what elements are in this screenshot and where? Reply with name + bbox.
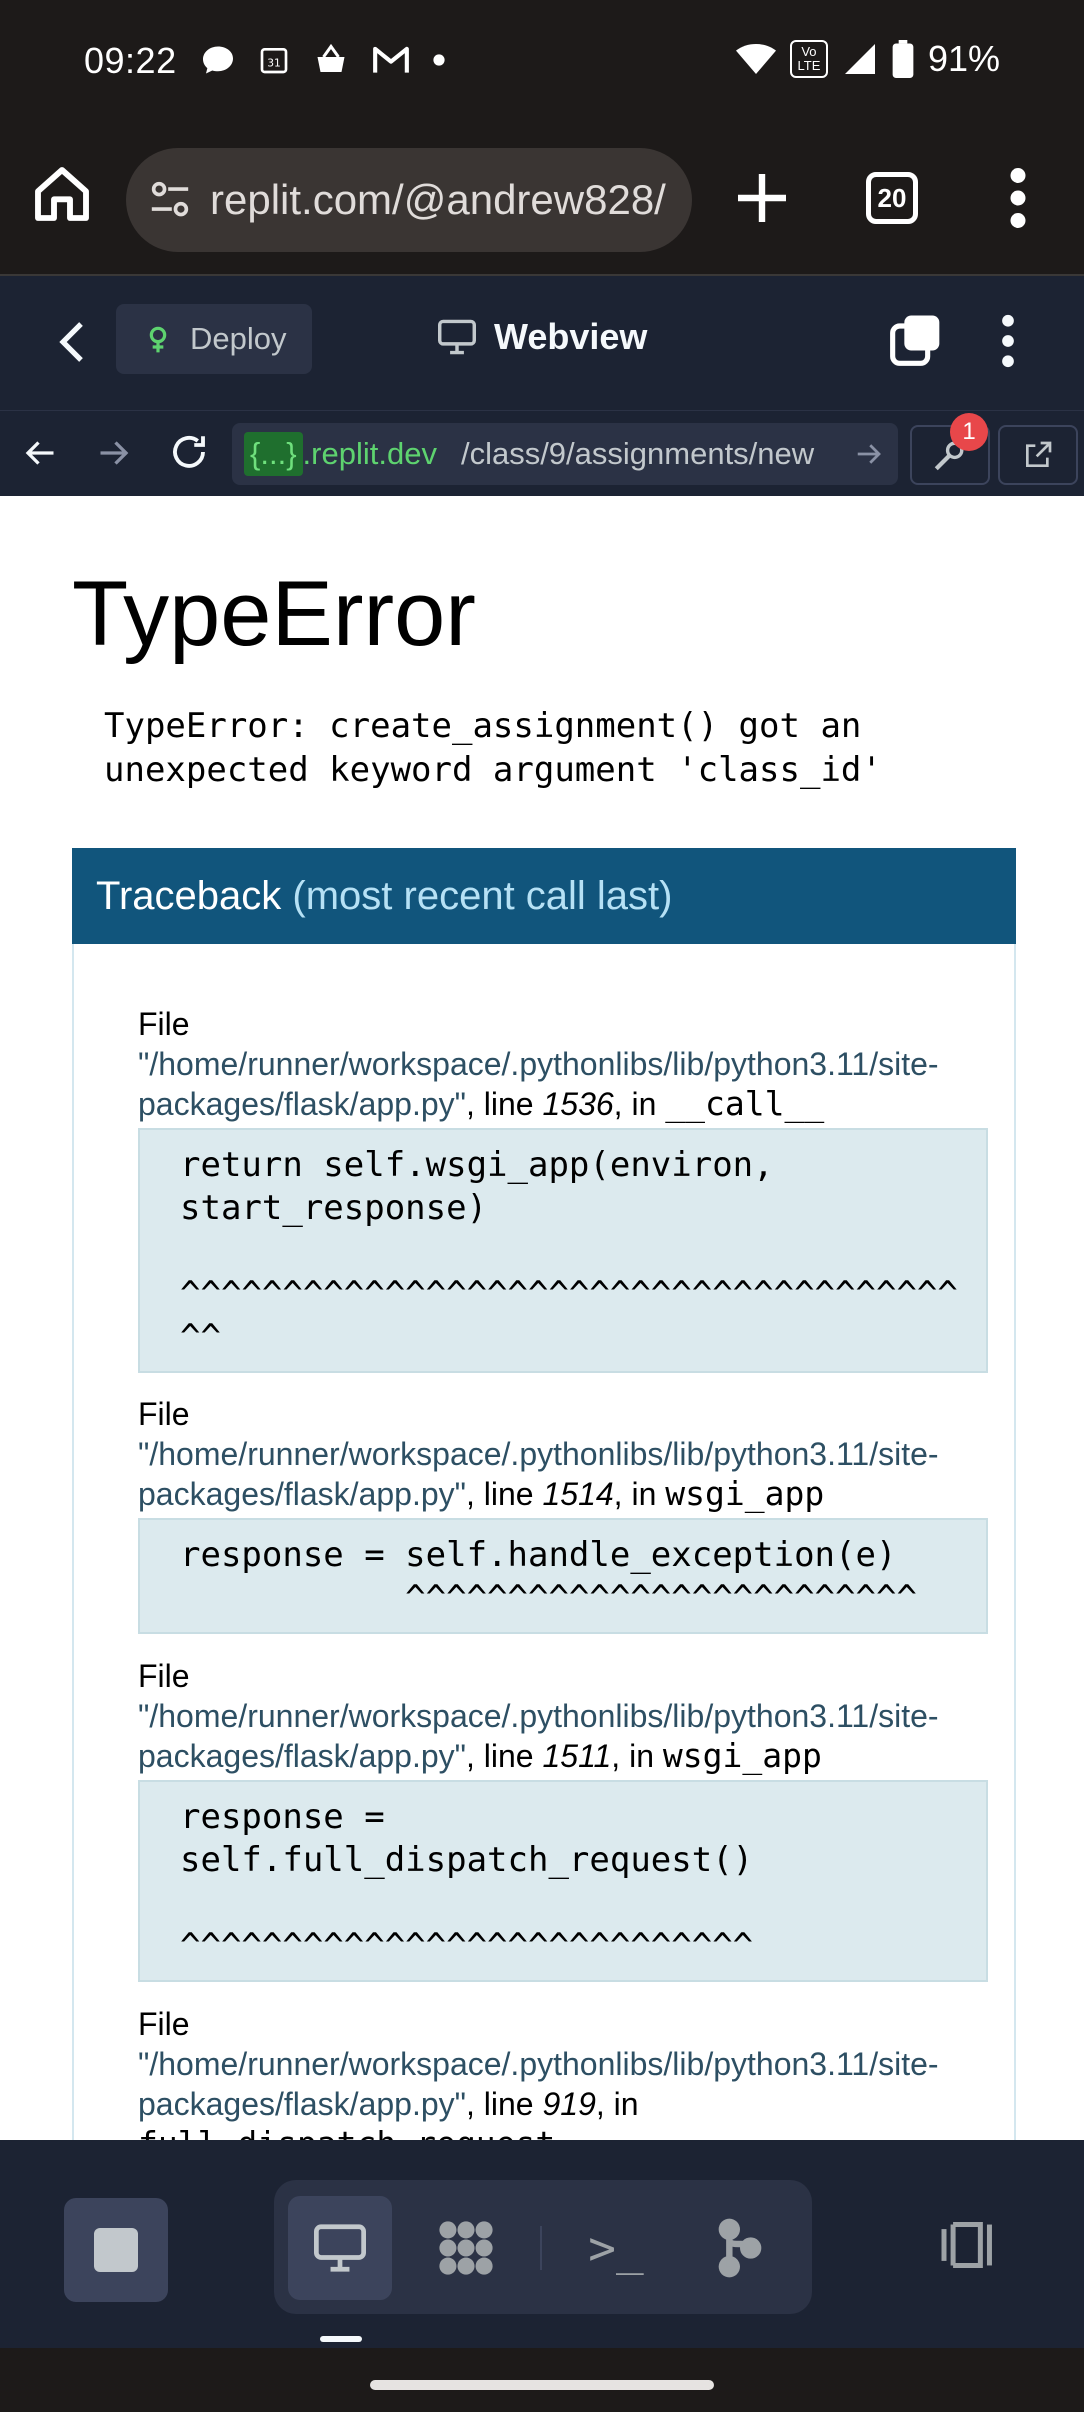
battery-percent: 91% [927, 38, 1000, 79]
grid-icon [439, 2221, 493, 2275]
shell-tab[interactable]: >_ [564, 2196, 668, 2300]
volte-icon: Vo LTE [789, 40, 828, 78]
replit-bottom-bar: >_ [0, 2140, 1084, 2348]
traceback-subheading: (most recent call last) [292, 874, 673, 918]
go-arrow-icon[interactable] [848, 439, 884, 469]
devtools-badge: 1 [950, 413, 988, 451]
more-vert-icon[interactable] [1006, 168, 1030, 228]
webview-url-bar[interactable]: {...} .replit.dev /class/9/assignments/n… [232, 423, 898, 485]
chevron-left-icon[interactable] [56, 320, 86, 364]
page-title: TypeError [72, 563, 476, 665]
basket-icon [317, 43, 345, 72]
pane-switcher-icon[interactable] [888, 312, 944, 368]
tool-tabs: >_ [274, 2180, 812, 2314]
workspace-tab[interactable] [414, 2196, 518, 2300]
frame-code[interactable]: response = self.handle_exception(e) ^^^^… [138, 1518, 988, 1634]
traceback-heading: Traceback [96, 874, 282, 918]
frame-function: full_dispatch_request [138, 2124, 555, 2140]
repl-token: {...} [244, 432, 303, 476]
tab-separator [540, 2226, 542, 2270]
status-bar: 09:22 31 Vo LTE 91% [0, 0, 1084, 128]
frame-function: __call__ [665, 1084, 825, 1123]
frame-code[interactable]: response = self.full_dispatch_request() … [138, 1780, 988, 1982]
frame-line-number: 1514 [542, 1476, 614, 1512]
new-tab-icon[interactable] [730, 166, 794, 230]
frame-location: File "/home/runner/workspace/.pythonlibs… [138, 2004, 1038, 2140]
wifi-icon [735, 44, 776, 74]
system-icons: Vo LTE 91% [735, 38, 1000, 80]
frame-location: File "/home/runner/workspace/.pythonlibs… [138, 1006, 939, 1123]
traceback-frame: File "/home/runner/workspace/.pythonlibs… [138, 1656, 1038, 1982]
address-url[interactable]: replit.com/@andrew828/ [210, 176, 680, 224]
stop-button[interactable] [64, 2198, 168, 2302]
traceback-frame: File "/home/runner/workspace/.pythonlibs… [138, 1394, 1038, 1634]
webview-path: /class/9/assignments/new [460, 436, 815, 471]
webview-tab[interactable] [288, 2196, 392, 2300]
monitor-icon [438, 319, 476, 355]
arrow-right-icon[interactable] [96, 435, 132, 471]
frame-function: wsgi_app [665, 1474, 825, 1513]
frame-line-number: 1511 [542, 1738, 612, 1774]
home-icon[interactable] [30, 162, 94, 226]
monitor-icon [314, 2224, 366, 2272]
signal-icon [844, 44, 875, 74]
system-nav-bar [0, 2348, 1084, 2412]
frame-line-number: 1536 [542, 1086, 614, 1122]
more-vert-icon[interactable] [998, 314, 1018, 368]
svg-text:31: 31 [267, 57, 281, 70]
gmail-icon [373, 46, 409, 73]
site-settings-icon[interactable] [148, 180, 192, 220]
pane-title: Webview [436, 316, 647, 358]
battery-icon [892, 40, 914, 78]
frame-function: wsgi_app [662, 1736, 822, 1775]
home-gesture-handle[interactable] [370, 2380, 714, 2390]
panel-toggle-icon[interactable] [938, 2220, 1000, 2270]
frame-code[interactable]: return self.wsgi_app(environ, start_resp… [138, 1128, 988, 1373]
shell-icon: >_ [588, 2221, 644, 2275]
active-tab-indicator [320, 2336, 362, 2342]
error-message: TypeError: create_assignment() got an un… [104, 706, 882, 790]
webview-navbar: {...} .replit.dev /class/9/assignments/n… [0, 410, 1084, 497]
devtools-button[interactable]: 1 [910, 413, 990, 485]
replit-header: Deploy Webview [0, 276, 1084, 410]
traceback-header: Traceback (most recent call last) [72, 848, 1016, 944]
frame-location: File "/home/runner/workspace/.pythonlibs… [138, 1658, 939, 1775]
git-branch-icon [718, 2218, 762, 2278]
dot-icon [433, 54, 445, 66]
frame-location: File "/home/runner/workspace/.pythonlibs… [138, 1396, 939, 1513]
webview-domain: .replit.dev [302, 436, 437, 471]
browser-toolbar: replit.com/@andrew828/ 20 [0, 128, 1084, 276]
deploy-label: Deploy [190, 321, 287, 356]
tab-switcher-button[interactable]: 20 [866, 172, 918, 224]
stop-icon [94, 2228, 138, 2272]
deploy-button[interactable]: Deploy [116, 304, 312, 374]
calendar-icon: 31 [260, 48, 288, 74]
frame-line-number: 919 [542, 2086, 596, 2122]
external-link-icon [1026, 441, 1052, 467]
notification-icons: 31 [200, 42, 446, 78]
traceback-frame: File "/home/runner/workspace/.pythonlibs… [138, 1004, 1038, 1373]
arrow-left-icon[interactable] [22, 435, 58, 471]
address-bar[interactable]: replit.com/@andrew828/ [126, 148, 692, 252]
traceback-frame: File "/home/runner/workspace/.pythonlibs… [138, 2004, 1038, 2140]
open-new-tab-button[interactable] [998, 425, 1078, 485]
deploy-icon [149, 326, 167, 353]
chat-icon [203, 46, 233, 74]
pane-title-text: Webview [494, 316, 648, 357]
webview-content: TypeError TypeError: create_assignment()… [0, 496, 1084, 2140]
reload-icon[interactable] [168, 431, 210, 473]
status-time: 09:22 [84, 40, 177, 81]
git-tab[interactable] [688, 2196, 792, 2300]
